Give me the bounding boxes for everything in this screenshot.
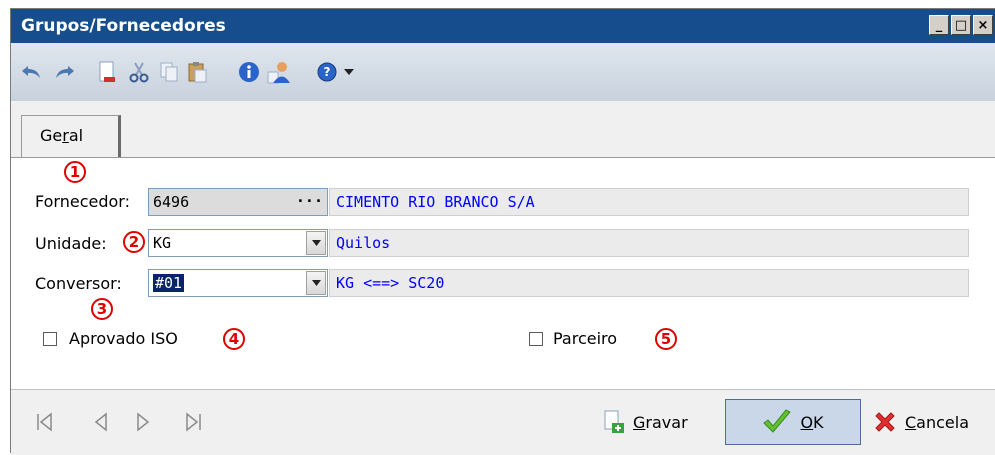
save-icon [604,410,624,433]
fornecedor-code-value: 6496 [153,193,190,211]
chevron-down-icon [311,240,321,246]
conversor-value: #01 [153,274,185,292]
previous-record-icon[interactable] [91,412,111,432]
fornecedor-lookup-button[interactable]: ··· [296,192,323,210]
maximize-button[interactable]: □ [951,15,971,35]
paste-icon[interactable] [185,60,209,84]
undo-icon[interactable] [19,60,43,84]
annotation-4: 4 [223,328,245,350]
chevron-down-icon [311,280,321,286]
ok-button[interactable]: OK [725,399,861,445]
conversor-label: Conversor: [35,274,122,293]
form-panel: 1 Fornecedor: 6496 ··· CIMENTO RIO BRANC… [11,157,995,390]
parceiro-label[interactable]: Parceiro [553,329,617,348]
copy-icon[interactable] [157,60,181,84]
parceiro-checkbox[interactable] [529,332,543,346]
tab-strip: Geral [11,101,995,157]
conversor-description: KG <==> SC20 [329,269,969,297]
svg-text:?: ? [324,65,331,79]
unidade-value: KG [153,234,172,252]
unidade-select[interactable]: KG [148,229,328,257]
fornecedor-code-field[interactable]: 6496 ··· [148,188,328,216]
tab-geral[interactable]: Geral [21,115,121,157]
title-bar: Grupos/Fornecedores _ □ × [11,9,995,43]
info-icon[interactable] [237,60,261,84]
minimize-button[interactable]: _ [929,15,949,35]
user-icon[interactable] [267,60,291,84]
cancela-label: Cancela [905,412,970,432]
cancela-button[interactable]: Cancela [873,399,995,445]
last-record-icon[interactable] [183,412,203,432]
annotation-3: 3 [91,298,113,320]
aprovado-iso-label[interactable]: Aprovado ISO [69,329,178,348]
gravar-button[interactable]: Gravar [603,399,713,445]
help-icon[interactable]: ? [315,60,339,84]
unidade-dropdown-button[interactable] [306,231,326,255]
dropdown-arrow-icon[interactable] [337,60,361,84]
annotation-5: 5 [655,328,677,350]
ok-label: OK [800,412,824,432]
cancel-x-icon [875,412,895,432]
window: Grupos/Fornecedores _ □ × ? Geral 1 Forn… [10,8,995,455]
window-controls: _ □ × [927,15,993,35]
conversor-dropdown-button[interactable] [306,271,326,295]
toolbar: ? [11,43,995,102]
close-button[interactable]: × [973,15,993,35]
aprovado-iso-checkbox[interactable] [43,332,57,346]
checkmark-icon [763,409,792,433]
fornecedor-description: CIMENTO RIO BRANCO S/A [329,188,969,216]
annotation-1: 1 [64,161,86,183]
redo-icon[interactable] [53,60,77,84]
window-title: Grupos/Fornecedores [21,16,226,36]
unidade-label: Unidade: [35,234,107,253]
gravar-label: Gravar [633,412,688,432]
next-record-icon[interactable] [133,412,153,432]
conversor-select[interactable]: #01 [148,269,328,297]
fornecedor-label: Fornecedor: [35,192,130,211]
annotation-2: 2 [123,231,145,253]
bottom-bar: Gravar OK Cancela [11,389,995,455]
new-document-icon[interactable] [95,60,119,84]
first-record-icon[interactable] [35,412,55,432]
unidade-description: Quilos [329,229,969,257]
cut-icon[interactable] [127,60,151,84]
tab-geral-label: Geral [40,126,84,145]
